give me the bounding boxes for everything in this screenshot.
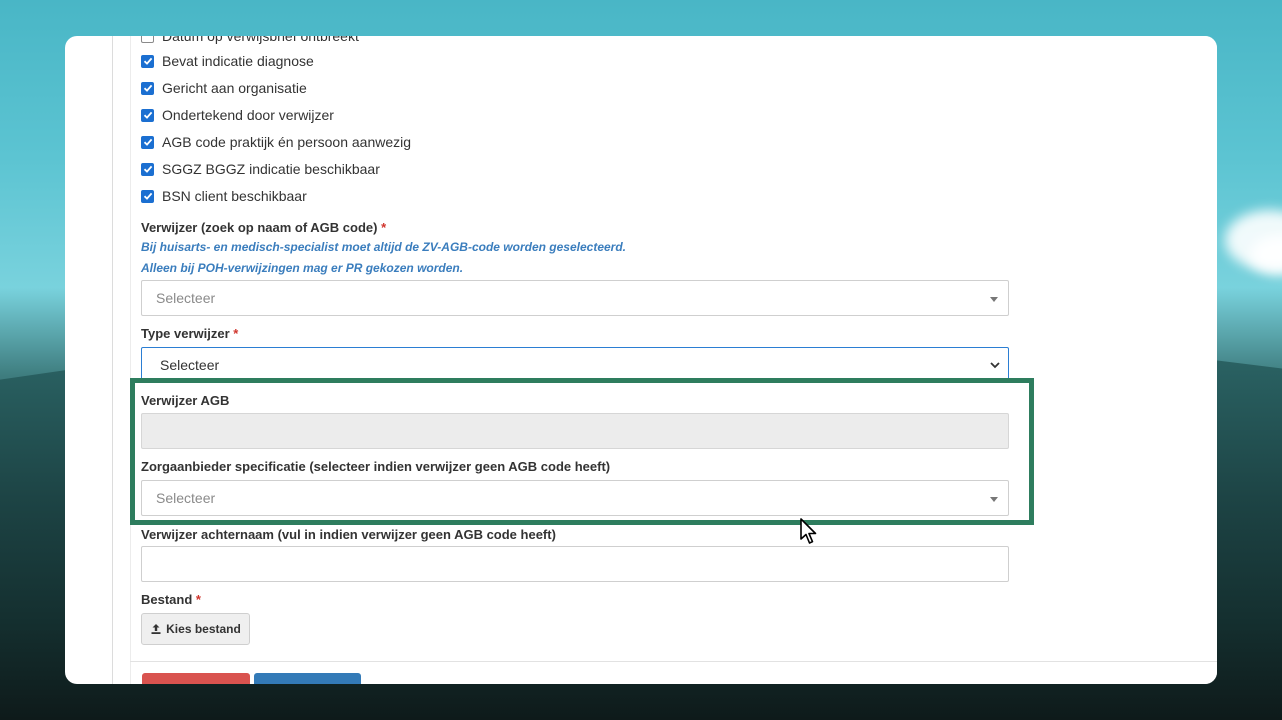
bestand-label-text: Bestand bbox=[141, 592, 193, 607]
upload-icon bbox=[151, 624, 161, 634]
verwijzer-select[interactable]: Selecteer bbox=[141, 280, 1009, 316]
checkbox[interactable] bbox=[141, 108, 154, 122]
check-icon bbox=[143, 57, 152, 65]
checklist-item[interactable]: Ondertekend door verwijzer bbox=[141, 105, 334, 125]
verwijzer-hint-1: Bij huisarts- en medisch-specialist moet… bbox=[141, 240, 627, 254]
check-icon bbox=[143, 165, 152, 173]
checkbox-label: Ondertekend door verwijzer bbox=[162, 107, 334, 123]
checkbox[interactable] bbox=[141, 162, 154, 176]
verwijzer-label: Verwijzer (zoek op naam of AGB code) * bbox=[141, 220, 386, 235]
checkbox-label: Gericht aan organisatie bbox=[162, 80, 307, 96]
verwijzer-hint-2: Alleen bij POH-verwijzingen mag er PR ge… bbox=[141, 261, 464, 275]
achternaam-label: Verwijzer achternaam (vul in indien verw… bbox=[141, 527, 556, 542]
checklist-item[interactable]: BSN client beschikbaar bbox=[141, 186, 307, 206]
required-mark: * bbox=[233, 326, 239, 341]
kies-bestand-label: Kies bestand bbox=[166, 622, 241, 636]
required-mark: * bbox=[195, 592, 201, 607]
checkbox[interactable] bbox=[141, 36, 154, 43]
type-verwijzer-label: Type verwijzer * bbox=[141, 326, 238, 341]
checkbox-label: AGB code praktijk én persoon aanwezig bbox=[162, 134, 412, 150]
type-verwijzer-value: Selecteer bbox=[160, 357, 220, 373]
red-action-button[interactable] bbox=[142, 673, 250, 684]
verwijzer-label-text: Verwijzer (zoek op naam of AGB code) bbox=[141, 220, 378, 235]
verwijzer-placeholder: Selecteer bbox=[156, 290, 216, 306]
check-icon bbox=[143, 84, 152, 92]
mouse-cursor-icon bbox=[800, 518, 817, 544]
checkbox-label: Datum op verwijsbrief ontbreekt bbox=[162, 36, 359, 44]
blue-action-button[interactable] bbox=[254, 673, 361, 684]
check-icon bbox=[143, 138, 152, 146]
check-icon bbox=[143, 111, 152, 119]
check-icon bbox=[143, 192, 152, 200]
checklist-item[interactable]: Datum op verwijsbrief ontbreekt bbox=[141, 36, 359, 46]
checkbox[interactable] bbox=[141, 54, 154, 68]
kies-bestand-button[interactable]: Kies bestand bbox=[141, 613, 250, 645]
bestand-label: Bestand * bbox=[141, 592, 201, 607]
checklist-item[interactable]: SGGZ BGGZ indicatie beschikbaar bbox=[141, 159, 380, 179]
left-rail bbox=[112, 36, 113, 684]
checklist-item[interactable]: AGB code praktijk én persoon aanwezig bbox=[141, 132, 411, 152]
checkbox-label: BSN client beschikbaar bbox=[162, 188, 307, 204]
type-verwijzer-label-text: Type verwijzer bbox=[141, 326, 230, 341]
form-card: Datum op verwijsbrief ontbreekt Bevat in… bbox=[65, 36, 1217, 684]
highlight-box bbox=[130, 378, 1034, 525]
checklist-item[interactable]: Gericht aan organisatie bbox=[141, 78, 307, 98]
caret-down-icon bbox=[990, 297, 998, 302]
required-mark: * bbox=[381, 220, 387, 235]
achternaam-input[interactable] bbox=[141, 546, 1009, 582]
checkbox[interactable] bbox=[141, 81, 154, 95]
checkbox-label: SGGZ BGGZ indicatie beschikbaar bbox=[162, 161, 380, 177]
checkbox[interactable] bbox=[141, 135, 154, 149]
footer-divider bbox=[130, 661, 1217, 662]
chevron-down-icon bbox=[990, 362, 1000, 369]
checklist-item[interactable]: Bevat indicatie diagnose bbox=[141, 51, 314, 71]
checkbox[interactable] bbox=[141, 189, 154, 203]
checkbox-label: Bevat indicatie diagnose bbox=[162, 53, 314, 69]
